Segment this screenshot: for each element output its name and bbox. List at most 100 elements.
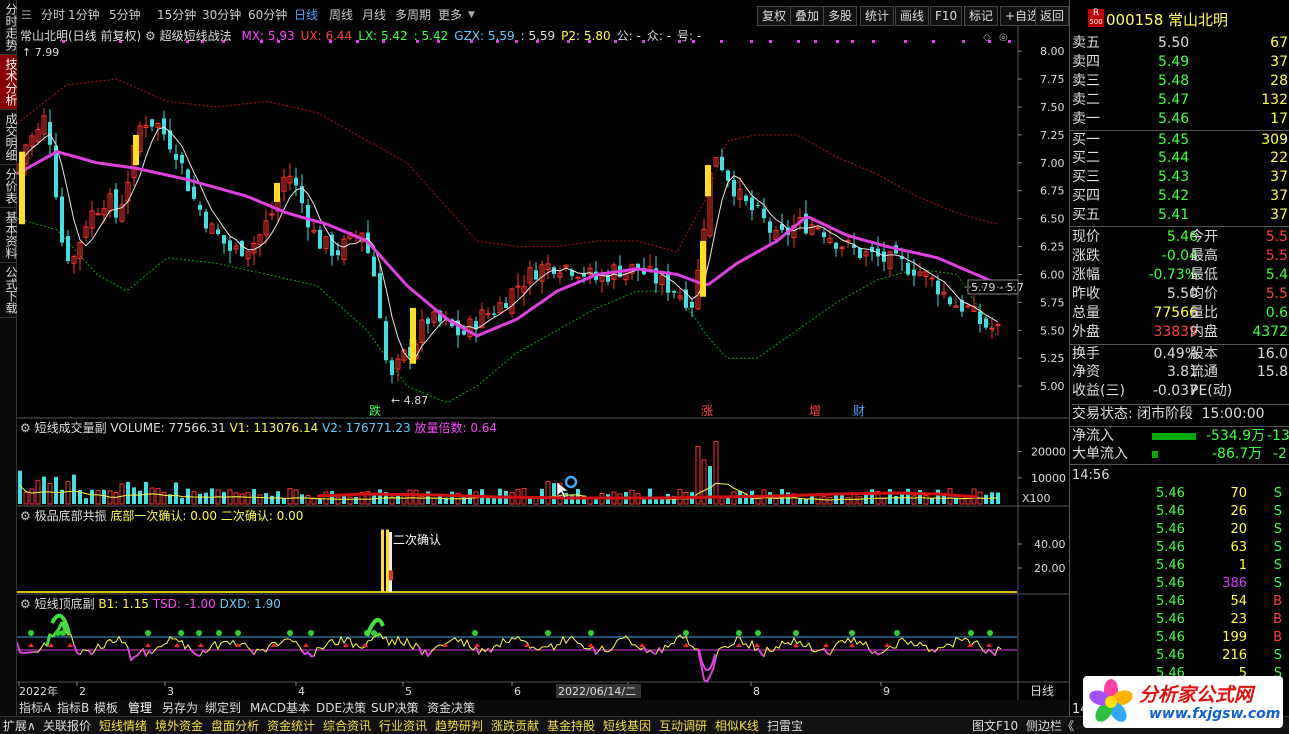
period-tab-1[interactable]: 1分钟	[68, 4, 100, 26]
toolbar-button-8[interactable]: 返回	[1035, 6, 1070, 26]
panel-gear-icon[interactable]: ⚙	[20, 597, 35, 611]
bottom-menu-item-16[interactable]: 侧边栏《	[1026, 718, 1074, 734]
ask-row[interactable]: 卖一 5.46 17	[1070, 110, 1289, 129]
level-volume: 309	[1261, 132, 1288, 148]
tick-price: 5.46	[1156, 522, 1185, 537]
candle-body	[756, 204, 760, 206]
level-label: 买四	[1072, 188, 1100, 204]
toolbar-button-2[interactable]: 多股	[823, 6, 858, 26]
ask-row[interactable]: 卖二 5.47 132	[1070, 91, 1289, 110]
bottom-menu-item-14[interactable]: 扫雷宝	[767, 718, 803, 734]
left-tab-3[interactable]: 分价表	[0, 165, 18, 208]
volume-bar	[923, 495, 929, 505]
period-tab-5[interactable]: 60分钟	[248, 4, 287, 26]
bottom-menu-item-13[interactable]: 相似K线	[715, 718, 759, 734]
indicator-tabs-bar: 指标A 指标B 模板 管理 另存为 绑定到 MACD基本 DDE决策 SUP决策 资金决策	[17, 700, 1069, 716]
bottom-menu-item-15[interactable]: 图文F10	[972, 718, 1018, 734]
bottom-menu-item-11[interactable]: 短线基因	[603, 718, 651, 734]
period-label[interactable]: 日线	[1030, 684, 1054, 698]
candle-body	[575, 276, 581, 279]
candle-body	[66, 236, 70, 261]
panel-gear-icon[interactable]: ⚙	[20, 421, 35, 435]
stat-label: 换手	[1072, 346, 1100, 362]
bottom-menu-item-6[interactable]: 综合资讯	[323, 718, 371, 734]
indicator-tab-5[interactable]: 绑定到	[205, 700, 241, 716]
indicator-tab-4[interactable]: 另存为	[162, 700, 198, 716]
toolbar-button-1[interactable]: 叠加	[790, 6, 825, 26]
volume-bar	[545, 480, 551, 505]
stock-header[interactable]: 000158 常山北明	[1106, 9, 1228, 30]
indicator-tab-2[interactable]: 模板	[94, 700, 118, 716]
bid-row[interactable]: 买二 5.44 22	[1070, 149, 1289, 168]
bottom-menu-item-12[interactable]: 互动调研	[659, 718, 707, 734]
bid-row[interactable]: 买一 5.45 309	[1070, 130, 1289, 149]
toolbar-button-5[interactable]: F10	[930, 6, 963, 26]
indicator-name[interactable]: 超级短线战法	[160, 29, 232, 43]
period-tab-9[interactable]: 多周期	[395, 4, 431, 26]
event-marker[interactable]: 财	[853, 404, 865, 418]
indicator-tab-7[interactable]: DDE决策	[316, 700, 366, 716]
event-marker[interactable]: 增	[809, 404, 821, 418]
left-tab-5[interactable]: 公式下载	[0, 263, 18, 318]
bid-row[interactable]: 买四 5.42 37	[1070, 187, 1289, 206]
top-signal-dot	[287, 630, 293, 636]
indicator-tab-3[interactable]: 管理	[128, 700, 152, 716]
toolbar-button-6[interactable]: 标记	[964, 6, 999, 26]
period-tab-6[interactable]: 日线	[294, 4, 318, 26]
flower-logo-icon	[1089, 679, 1133, 722]
left-tab-4[interactable]: 基本资料	[0, 208, 18, 263]
panel-gear-icon[interactable]: ⚙	[20, 509, 35, 523]
left-tab-2[interactable]: 成交明细	[0, 110, 18, 165]
event-marker[interactable]: 跌	[369, 403, 381, 418]
bottom-menu-item-10[interactable]: 基金持股	[547, 718, 595, 734]
dxd-value: DXD: 1.90	[219, 597, 281, 611]
bid-row[interactable]: 买五 5.41 37	[1070, 206, 1289, 225]
toolbar-button-3[interactable]: 统计	[860, 6, 895, 26]
indicator-tab-6[interactable]: MACD基本	[250, 700, 310, 716]
period-tab-8[interactable]: 月线	[362, 4, 386, 26]
left-tab-0[interactable]: 分时走势	[0, 0, 18, 55]
period-tab-10[interactable]: 更多	[438, 4, 462, 26]
tick-price: 5.46	[1156, 630, 1185, 645]
stat-row: 换手 0.49% 股本 16.0	[1070, 344, 1289, 363]
y-tick-bottom: 20.00	[1034, 562, 1066, 575]
toolbar-button-4[interactable]: 画线	[895, 6, 930, 26]
y-tick-main: 6.25	[1040, 241, 1065, 254]
indicator-tab-8[interactable]: SUP决策	[371, 700, 419, 716]
period-tab-4[interactable]: 30分钟	[202, 4, 241, 26]
stat-value: 15.8	[1256, 364, 1288, 380]
bottom-menu-item-4[interactable]: 盘面分析	[211, 718, 259, 734]
period-tab-7[interactable]: 周线	[329, 4, 353, 26]
ask-row[interactable]: 卖四 5.49 37	[1070, 53, 1289, 72]
period-tab-0[interactable]: 分时	[41, 4, 65, 26]
indicator-gear-icon[interactable]: ⚙	[145, 29, 156, 43]
ask-row[interactable]: 卖三 5.48 28	[1070, 72, 1289, 91]
volume-bar	[293, 489, 299, 505]
candle-body	[948, 297, 952, 305]
bottom-menu-item-2[interactable]: 短线情绪	[99, 718, 147, 734]
bottom-menu-item-5[interactable]: 资金统计	[267, 718, 315, 734]
stat-label: 外盘	[1072, 324, 1100, 340]
bottom-menu-item-1[interactable]: 关联报价	[43, 718, 91, 734]
confirm-bar	[389, 532, 392, 592]
bottom-menu-item-7[interactable]: 行业资讯	[379, 718, 427, 734]
bottom-menu-item-9[interactable]: 涨跌贡献	[491, 718, 539, 734]
more-dropdown-icon[interactable]: ▼	[468, 4, 475, 26]
period-tab-3[interactable]: 15分钟	[157, 4, 196, 26]
osc-title[interactable]: 短线顶底副	[35, 597, 95, 611]
ask-row[interactable]: 卖五 5.50 67	[1070, 34, 1289, 53]
volume-bar	[528, 498, 532, 504]
left-tab-1[interactable]: 技术分析	[0, 55, 18, 110]
indicator-tab-9[interactable]: 资金决策	[427, 700, 475, 716]
event-marker[interactable]: 涨	[701, 403, 713, 418]
toolbar-button-0[interactable]: 复权	[757, 6, 792, 26]
bottom-menu-item-0[interactable]: 扩展∧	[3, 718, 36, 734]
bottom-title[interactable]: 极品底部共振	[35, 509, 107, 523]
indicator-tab-0[interactable]: 指标A	[19, 700, 51, 716]
bid-row[interactable]: 买三 5.43 37	[1070, 168, 1289, 187]
period-tab-2[interactable]: 5分钟	[109, 4, 141, 26]
bottom-menu-item-3[interactable]: 境外资金	[155, 718, 203, 734]
indicator-tab-1[interactable]: 指标B	[57, 700, 89, 716]
bottom-menu-item-8[interactable]: 趋势研判	[435, 718, 483, 734]
volume-title[interactable]: 短线成交量副	[35, 421, 107, 435]
